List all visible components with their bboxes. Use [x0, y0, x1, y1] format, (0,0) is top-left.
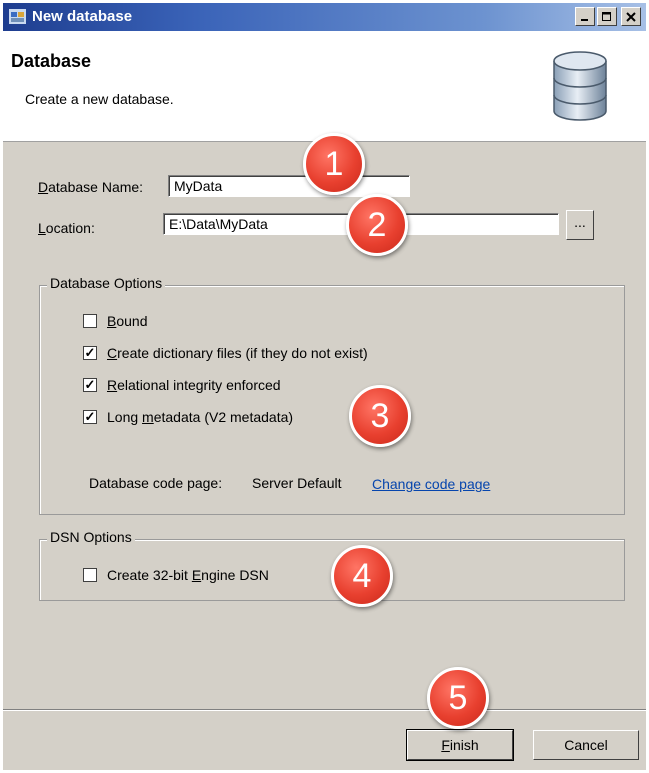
- callout-1: 1: [303, 133, 365, 195]
- callout-3: 3: [349, 385, 411, 447]
- title-bar[interactable]: New database: [3, 3, 646, 31]
- long-metadata-label: Long metadata (V2 metadata): [107, 409, 294, 425]
- create-32bit-dsn-checkbox[interactable]: [83, 568, 97, 582]
- close-button[interactable]: [621, 7, 641, 26]
- code-page-label: Database code page:: [89, 475, 223, 491]
- change-code-page-link[interactable]: Change code page: [372, 476, 490, 492]
- minimize-button[interactable]: [575, 7, 595, 26]
- database-options-title: Database Options: [47, 275, 166, 291]
- footer-separator: [3, 709, 646, 711]
- dsn-options-title: DSN Options: [47, 529, 135, 545]
- cancel-button[interactable]: Cancel: [533, 730, 639, 760]
- database-name-label: Database Name:: [38, 179, 144, 195]
- callout-5: 5: [427, 667, 489, 729]
- long-metadata-checkbox[interactable]: ✓: [83, 410, 97, 424]
- app-icon: [9, 9, 26, 24]
- page-subtitle: Create a new database.: [25, 91, 174, 107]
- bound-label: Bound: [107, 313, 148, 329]
- new-database-dialog: New database Database Create a new datab…: [3, 3, 646, 770]
- create-dictionary-label: Create dictionary files (if they do not …: [107, 345, 368, 361]
- maximize-button[interactable]: [597, 7, 617, 26]
- callout-4: 4: [331, 545, 393, 607]
- create-dictionary-checkbox[interactable]: ✓: [83, 346, 97, 360]
- header-banner: Database Create a new database.: [3, 31, 646, 142]
- location-label: Location:: [38, 220, 95, 236]
- minimize-icon: [581, 18, 588, 21]
- relational-integrity-checkbox[interactable]: ✓: [83, 378, 97, 392]
- page-title: Database: [11, 51, 92, 71]
- window-title: New database: [32, 8, 133, 25]
- relational-integrity-label: Relational integrity enforced: [107, 377, 281, 393]
- create-32bit-dsn-label: Create 32-bit Engine DSN: [107, 567, 269, 583]
- bound-checkbox[interactable]: [83, 314, 97, 328]
- browse-button[interactable]: ...: [566, 210, 594, 240]
- close-icon: [626, 11, 636, 22]
- code-page-value: Server Default: [252, 475, 342, 491]
- callout-2: 2: [346, 194, 408, 256]
- database-icon: [553, 51, 607, 121]
- maximize-icon: [602, 11, 611, 21]
- finish-button[interactable]: Finish: [406, 729, 514, 761]
